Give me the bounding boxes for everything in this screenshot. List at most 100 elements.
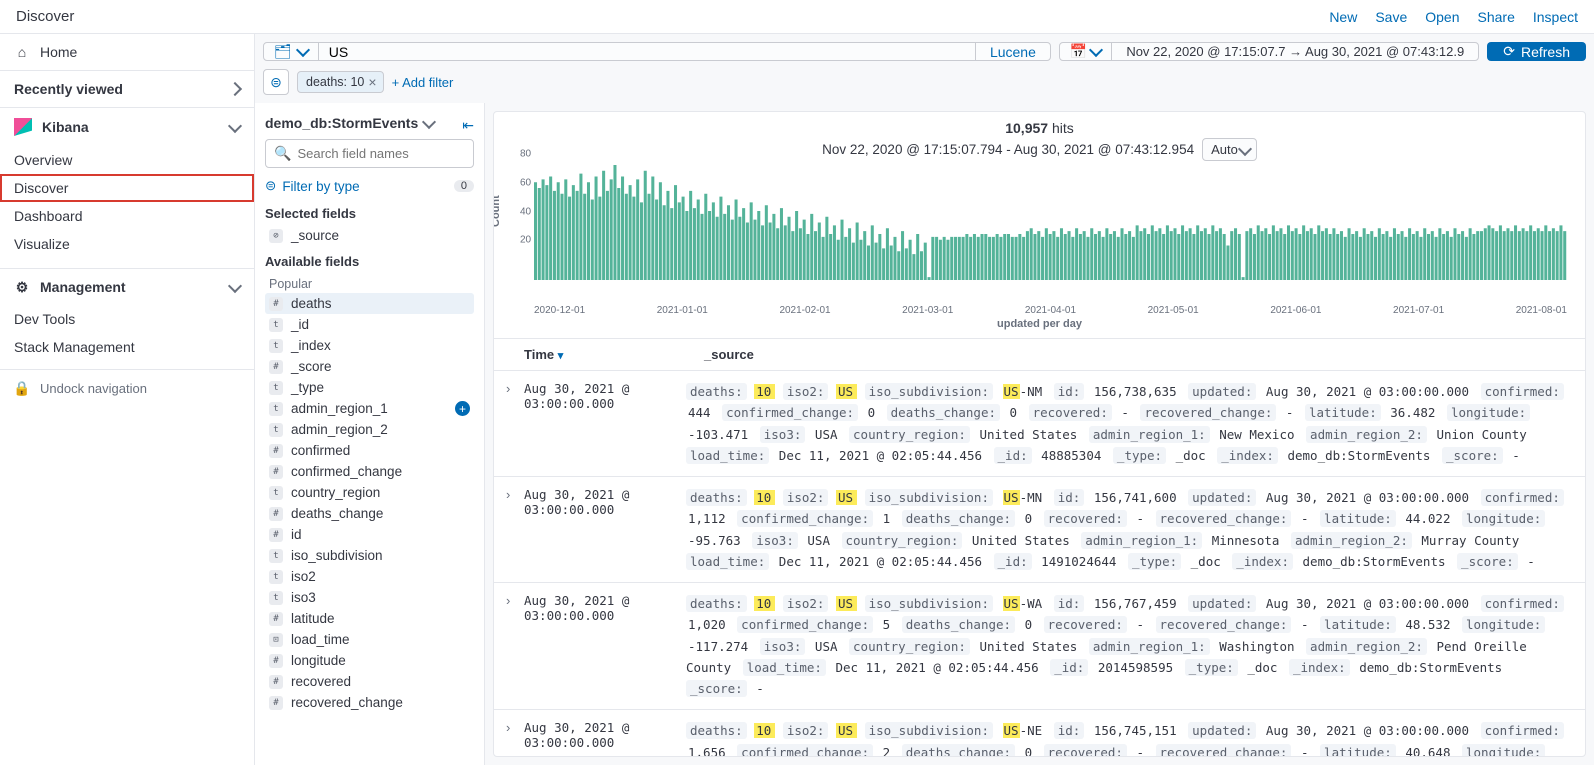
nav-dev-tools[interactable]: Dev Tools (0, 305, 254, 333)
index-pattern-selector[interactable]: demo_db:StormEvents (265, 111, 434, 139)
field-load_time[interactable]: ⊡load_time (265, 629, 474, 650)
field-_type[interactable]: t_type (265, 377, 474, 398)
field-label: iso_subdivision (291, 548, 383, 563)
undock-nav[interactable]: 🔒 Undock navigation (0, 370, 254, 406)
field-label: _score (291, 359, 332, 374)
add-field-icon[interactable]: + (455, 401, 470, 416)
row-source: deaths: 10 iso2: US iso_subdivision: US-… (686, 487, 1573, 572)
saved-queries-button[interactable]: 🗂 (264, 43, 319, 60)
results-table: ›Aug 30, 2021 @ 03:00:00.000deaths: 10 i… (494, 371, 1585, 756)
topbar-open[interactable]: Open (1425, 9, 1459, 25)
field-label: longitude (291, 653, 346, 668)
field-country_region[interactable]: tcountry_region (265, 482, 474, 503)
available-fields-header: Available fields (265, 246, 474, 273)
filter-by-type[interactable]: ⊜ Filter by type 0 (265, 174, 474, 198)
nav-stack-management[interactable]: Stack Management (0, 333, 254, 361)
field-iso3[interactable]: tiso3 (265, 587, 474, 608)
filter-pill-deaths[interactable]: deaths: 10 × (297, 71, 384, 93)
field-confirmed_change[interactable]: #confirmed_change (265, 461, 474, 482)
field-admin_region_1[interactable]: tadmin_region_1+ (265, 398, 474, 419)
field-latitude[interactable]: #latitude (265, 608, 474, 629)
nav-overview[interactable]: Overview (0, 146, 254, 174)
field-_source[interactable]: ⊘_source (265, 225, 474, 246)
table-row: ›Aug 30, 2021 @ 03:00:00.000deaths: 10 i… (494, 477, 1585, 583)
expand-row-icon[interactable]: › (506, 487, 524, 572)
date-range-display: Nov 22, 2020 @ 17:15:07.7 → Aug 30, 2021… (1112, 44, 1478, 59)
lock-icon: 🔒 (14, 380, 30, 396)
topbar-save[interactable]: Save (1375, 9, 1407, 25)
field-_score[interactable]: #_score (265, 356, 474, 377)
date-picker[interactable]: 📅 Nov 22, 2020 @ 17:15:07.7 → Aug 30, 20… (1059, 42, 1479, 61)
field-deaths_change[interactable]: #deaths_change (265, 503, 474, 524)
histogram-header: Nov 22, 2020 @ 17:15:07.794 - Aug 30, 20… (494, 138, 1585, 165)
nav-recently-viewed[interactable]: Recently viewed (0, 71, 254, 107)
column-time[interactable]: Time ▾ (524, 347, 704, 362)
refresh-button[interactable]: ⟳ Refresh (1487, 42, 1586, 61)
field-search-input[interactable] (297, 146, 473, 161)
selected-fields-header: Selected fields (265, 198, 474, 225)
field-type-icon: # (269, 696, 283, 710)
expand-row-icon[interactable]: › (506, 593, 524, 699)
nav-visualize[interactable]: Visualize (0, 230, 254, 258)
field-iso2[interactable]: tiso2 (265, 566, 474, 587)
nav-kibana[interactable]: Kibana (0, 108, 254, 146)
calendar-icon-button[interactable]: 📅 (1060, 43, 1112, 60)
row-source: deaths: 10 iso2: US iso_subdivision: US-… (686, 381, 1573, 466)
field-type-icon: t (269, 549, 283, 563)
query-language-switch[interactable]: Lucene (975, 43, 1050, 60)
table-row: ›Aug 30, 2021 @ 03:00:00.000deaths: 10 i… (494, 371, 1585, 477)
field-admin_region_2[interactable]: tadmin_region_2 (265, 419, 474, 440)
interval-value: Auto (1211, 142, 1238, 157)
undock-label: Undock navigation (40, 381, 147, 396)
sort-desc-icon: ▾ (558, 350, 564, 362)
field-label: _type (291, 380, 324, 395)
filter-icon: ⊜ (265, 178, 276, 194)
nav-recently-label: Recently viewed (14, 81, 123, 97)
row-time: Aug 30, 2021 @ 03:00:00.000 (524, 487, 686, 572)
topbar-new[interactable]: New (1329, 9, 1357, 25)
field-_index[interactable]: t_index (265, 335, 474, 356)
field-search[interactable]: 🔍 (265, 139, 474, 168)
chart-xlabel: updated per day (494, 318, 1585, 338)
field-longitude[interactable]: #longitude (265, 650, 474, 671)
nav-management[interactable]: ⚙ Management (0, 269, 254, 305)
nav-home[interactable]: ⌂ Home (0, 34, 254, 70)
topbar-inspect[interactable]: Inspect (1533, 9, 1578, 25)
field-recovered_change[interactable]: # recovered_change (265, 692, 474, 713)
field-type-icon: # (269, 465, 283, 479)
field-iso_subdivision[interactable]: t iso_subdivision (265, 545, 474, 566)
table-row: ›Aug 30, 2021 @ 03:00:00.000deaths: 10 i… (494, 583, 1585, 710)
close-icon[interactable]: × (368, 74, 376, 90)
xtick: 2021-05-01 (1148, 305, 1199, 316)
expand-row-icon[interactable]: › (506, 720, 524, 756)
column-source[interactable]: _source (704, 347, 1573, 362)
field-type-icon: # (269, 528, 283, 542)
topbar-share[interactable]: Share (1478, 9, 1515, 25)
field-label: iso3 (291, 590, 316, 605)
hits-number: 10,957 (1005, 120, 1048, 136)
field-label: recovered_change (291, 695, 403, 710)
xtick: 2021-03-01 (902, 305, 953, 316)
add-filter-button[interactable]: + Add filter (392, 75, 454, 90)
field-confirmed[interactable]: #confirmed (265, 440, 474, 461)
search-icon: 🔍 (274, 145, 291, 162)
filter-type-label: Filter by type (282, 179, 359, 194)
histogram-chart[interactable]: Count 20406080 (494, 165, 1585, 305)
field-id[interactable]: #id (265, 524, 474, 545)
field-type-icon: # (269, 612, 283, 626)
field-recovered[interactable]: #recovered (265, 671, 474, 692)
row-time: Aug 30, 2021 @ 03:00:00.000 (524, 381, 686, 466)
table-header: Time ▾ _source (494, 338, 1585, 371)
field-deaths[interactable]: #deaths (265, 293, 474, 314)
nav-dashboard[interactable]: Dashboard (0, 202, 254, 230)
collapse-sidebar-icon[interactable]: ⇤ (462, 117, 474, 134)
query-input[interactable] (319, 43, 975, 60)
field-_id[interactable]: t_id (265, 314, 474, 335)
nav-discover[interactable]: Discover (0, 174, 254, 202)
expand-row-icon[interactable]: › (506, 381, 524, 466)
field-label: iso2 (291, 569, 316, 584)
chevron-right-icon (228, 82, 242, 96)
interval-select[interactable]: Auto (1202, 138, 1257, 161)
nav-home-label: Home (40, 44, 77, 60)
filter-settings-button[interactable]: ⊜ (263, 69, 289, 95)
